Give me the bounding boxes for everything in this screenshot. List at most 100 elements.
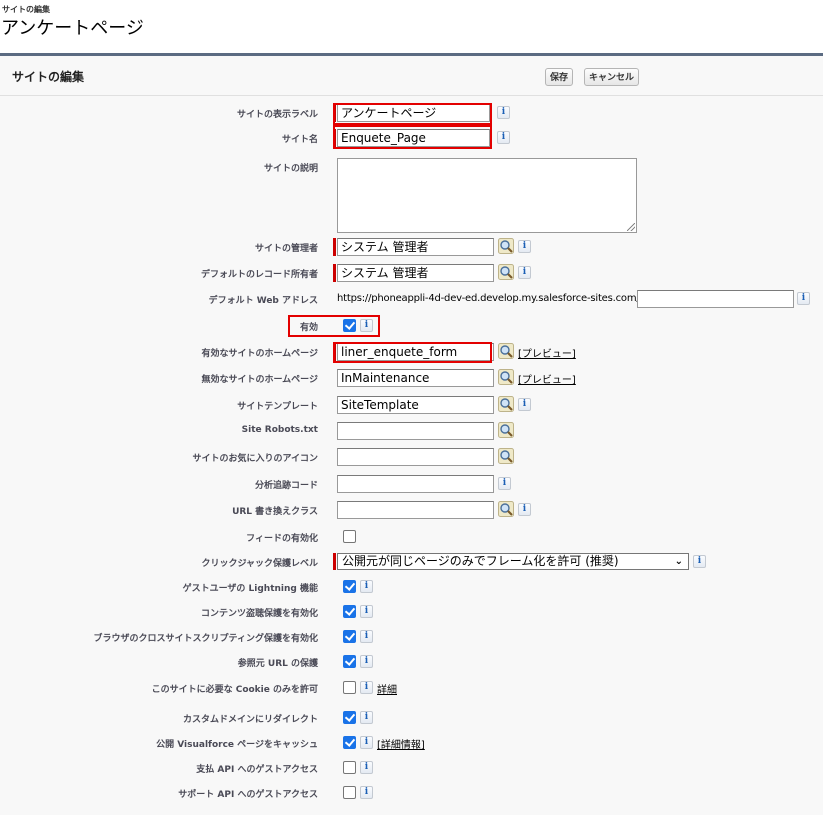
site-admin-input[interactable]: システム 管理者 (337, 238, 494, 256)
resize-grip-icon[interactable] (627, 223, 635, 231)
guest-lightning-checkbox[interactable] (343, 580, 356, 593)
highlight-box-display-label (333, 103, 492, 125)
active-home-label: 有効なサイトのホームページ (201, 349, 318, 359)
referrer-label: 参照元 URL の保護 (237, 659, 318, 669)
cookies-label: このサイトに必要な Cookie のみを許可 (151, 685, 318, 695)
info-icon[interactable]: i (360, 655, 373, 668)
lookup-icon[interactable] (498, 264, 514, 280)
default-record-owner-label: デフォルトのレコード所有者 (200, 270, 318, 280)
highlight-box-active-home (333, 342, 492, 363)
info-icon[interactable]: i (518, 240, 531, 253)
lookup-icon[interactable] (498, 343, 514, 359)
support-api-checkbox[interactable] (343, 786, 356, 799)
cancel-button[interactable]: キャンセル (584, 68, 640, 86)
info-icon[interactable]: i (360, 580, 373, 593)
save-button[interactable]: 保存 (545, 68, 574, 86)
info-icon[interactable]: i (797, 292, 810, 305)
payment-api-label: 支払 API へのゲストアクセス (196, 765, 318, 775)
info-icon[interactable]: i (693, 555, 706, 568)
xss-protection-label: ブラウザのクロスサイトスクリプティング保護を有効化 (93, 634, 318, 644)
default-web-address-label: デフォルト Web アドレス (208, 296, 318, 306)
robots-input[interactable] (337, 422, 494, 440)
description-label: サイトの説明 (263, 164, 318, 174)
lookup-icon[interactable] (498, 422, 514, 438)
preview-link[interactable]: [プレビュー] (518, 371, 576, 386)
info-icon[interactable]: i (360, 630, 373, 643)
site-template-input[interactable]: SiteTemplate (337, 396, 494, 414)
description-textarea[interactable] (337, 158, 637, 233)
info-icon[interactable]: i (360, 786, 373, 799)
row-site-template: サイトテンプレート SiteTemplate i (0, 395, 823, 417)
row-enable-feeds: フィードの有効化 (0, 527, 823, 549)
web-address-input[interactable] (637, 290, 794, 308)
row-site-admin: サイトの管理者 システム 管理者 i (0, 237, 823, 259)
custom-domain-label: カスタムドメインにリダイレクト (182, 715, 318, 725)
inactive-home-input[interactable]: InMaintenance (337, 369, 494, 387)
lookup-icon[interactable] (498, 369, 514, 385)
cookies-checkbox[interactable] (343, 681, 356, 694)
required-marker (333, 553, 336, 570)
info-icon[interactable]: i (360, 761, 373, 774)
page-title: アンケートページ (1, 18, 144, 39)
site-template-label: サイトテンプレート (237, 402, 318, 412)
clickjack-select[interactable]: 公開元が同じページのみでフレーム化を許可 (推奨) ⌄ (337, 553, 689, 570)
clickjack-selected: 公開元が同じページのみでフレーム化を許可 (推奨) (342, 554, 619, 568)
xss-protection-checkbox[interactable] (343, 630, 356, 643)
favorite-icon-input[interactable] (337, 448, 494, 466)
info-icon[interactable]: i (497, 106, 510, 119)
enable-feeds-label: フィードの有効化 (246, 534, 318, 544)
preview-link[interactable]: [プレビュー] (518, 345, 576, 360)
site-admin-label: サイトの管理者 (254, 244, 318, 254)
highlight-box-active (288, 315, 380, 337)
enable-feeds-checkbox[interactable] (343, 530, 356, 543)
lookup-icon[interactable] (498, 448, 514, 464)
vf-cache-checkbox[interactable] (343, 736, 356, 749)
clickjack-label: クリックジャック保護レベル (201, 559, 318, 569)
payment-api-checkbox[interactable] (343, 761, 356, 774)
row-default-record-owner: デフォルトのレコード所有者 システム 管理者 i (0, 263, 823, 285)
vf-cache-label: 公開 Visualforce ページをキャッシュ (156, 740, 318, 750)
info-icon[interactable]: i (518, 266, 531, 279)
info-icon[interactable]: i (498, 477, 511, 490)
info-icon[interactable]: i (518, 503, 531, 516)
row-description: サイトの説明 (0, 158, 823, 234)
row-support-api: サポート API へのゲストアクセス i (0, 783, 823, 805)
inactive-home-label: 無効なサイトのホームページ (201, 375, 318, 385)
info-icon[interactable]: i (360, 681, 373, 694)
analytics-label: 分析追跡コード (254, 481, 318, 491)
content-sniffing-checkbox[interactable] (343, 605, 356, 618)
robots-label: Site Robots.txt (241, 425, 318, 435)
support-api-label: サポート API へのゲストアクセス (178, 790, 318, 800)
row-favorite-icon: サイトのお気に入りのアイコン (0, 447, 823, 469)
lookup-icon[interactable] (498, 501, 514, 517)
panel-header: サイトの編集 保存 キャンセル (0, 56, 823, 96)
info-icon[interactable]: i (360, 736, 373, 749)
default-record-owner-input[interactable]: システム 管理者 (337, 264, 494, 282)
analytics-input[interactable] (337, 475, 494, 493)
vf-cache-more-info-link[interactable]: [詳細情報] (377, 736, 425, 751)
info-icon[interactable]: i (497, 131, 510, 144)
info-icon[interactable]: i (360, 711, 373, 724)
content-sniffing-label: コンテンツ盗聴保護を有効化 (200, 609, 318, 619)
panel-title: サイトの編集 (12, 70, 85, 84)
row-content-sniffing: コンテンツ盗聴保護を有効化 i (0, 602, 823, 624)
row-robots: Site Robots.txt (0, 421, 823, 443)
info-icon[interactable]: i (518, 398, 531, 411)
row-xss-protection: ブラウザのクロスサイトスクリプティング保護を有効化 i (0, 627, 823, 649)
row-custom-domain: カスタムドメインにリダイレクト i (0, 708, 823, 730)
row-clickjack: クリックジャック保護レベル 公開元が同じページのみでフレーム化を許可 (推奨) … (0, 552, 823, 574)
info-icon[interactable]: i (360, 605, 373, 618)
lookup-icon[interactable] (498, 396, 514, 412)
cookies-details-link[interactable]: 詳細 (377, 681, 397, 696)
url-rewriter-input[interactable] (337, 501, 494, 519)
display-label-label: サイトの表示ラベル (236, 110, 318, 120)
row-guest-lightning: ゲストユーザの Lightning 機能 i (0, 577, 823, 599)
row-default-web-address: デフォルト Web アドレス https://phoneappli-4d-dev… (0, 289, 823, 311)
row-active: 有効 i (0, 316, 823, 338)
lookup-icon[interactable] (498, 238, 514, 254)
custom-domain-checkbox[interactable] (343, 711, 356, 724)
favorite-icon-label: サイトのお気に入りのアイコン (192, 454, 318, 464)
row-payment-api: 支払 API へのゲストアクセス i (0, 758, 823, 780)
row-vf-cache: 公開 Visualforce ページをキャッシュ i [詳細情報] (0, 733, 823, 755)
referrer-checkbox[interactable] (343, 655, 356, 668)
